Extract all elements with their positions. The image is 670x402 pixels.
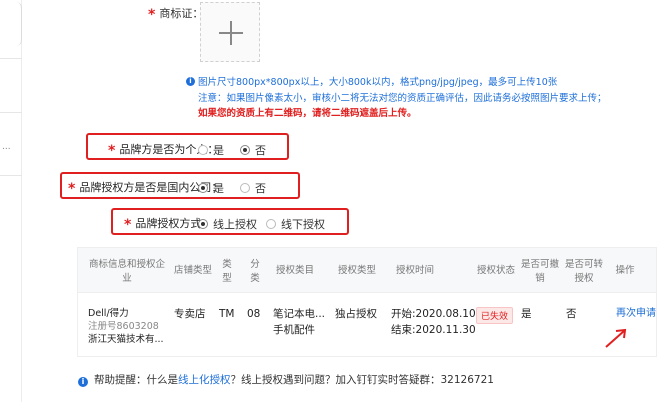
cell-revocable: 是 <box>521 308 532 320</box>
cell-shop-type: 专卖店 <box>174 308 206 320</box>
help-suffix: ？线上授权遇到问题？加入钉钉实时答疑群：32126721 <box>230 374 494 386</box>
radio-individual-yes[interactable]: 是 <box>198 142 224 158</box>
radio-label: 是 <box>213 144 224 157</box>
authorization-table: 商标信息和授权企业 店铺类型 类型 分类 授权类目 授权类型 授权时间 授权状态… <box>77 247 657 357</box>
tip-line-size: 图片尺寸800px*800px以上，大小800k以内，格式png/jpg/jpe… <box>198 77 558 88</box>
left-sidebar-fragment: ... <box>0 0 22 402</box>
radio-circle <box>240 183 250 193</box>
sidebar-snippet: ... <box>2 142 11 152</box>
sidebar-divider <box>0 175 22 176</box>
radio-domestic-yes[interactable]: 是 <box>198 180 224 196</box>
online-auth-link[interactable]: 线上化授权 <box>178 374 231 386</box>
sidebar-notch <box>14 2 22 46</box>
cell-auth-type: 独占授权 <box>335 308 377 320</box>
sidebar-divider <box>0 58 22 59</box>
help-reminder: i 帮助提醒：什么是线上化授权？线上授权遇到问题？加入钉钉实时答疑群：321267… <box>78 372 494 387</box>
th-type: 类型 <box>222 259 232 284</box>
radio-domestic-no[interactable]: 否 <box>240 180 266 196</box>
th-category: 分类 <box>250 259 260 284</box>
cell-auth-category-2: 手机配件 <box>273 324 315 336</box>
cell-category: 08 <box>247 308 261 320</box>
radio-label: 否 <box>255 144 266 157</box>
info-icon: i <box>78 377 88 387</box>
radio-label: 是 <box>213 182 224 195</box>
radio-circle <box>198 145 208 155</box>
th-auth-time: 授权时间 <box>395 265 434 276</box>
tip-line-qrcode: 如果您的资质上有二维码，请将二维码遮盖后上传。 <box>198 108 417 119</box>
th-transferable: 是否可转授权 <box>564 259 603 284</box>
trademark-label-text: 商标证： <box>159 7 204 20</box>
radio-circle-selected <box>198 219 208 229</box>
sidebar-divider <box>0 112 22 113</box>
th-revocable: 是否可撤销 <box>520 259 559 284</box>
radio-label: 线上授权 <box>213 218 257 231</box>
th-auth-type: 授权类型 <box>337 265 376 276</box>
cell-start-date: 开始:2020.08.10 <box>391 308 476 320</box>
th-auth-status: 授权状态 <box>476 265 515 276</box>
radio-circle <box>266 219 276 229</box>
cell-company: 浙江天猫技术有... <box>88 334 164 345</box>
radio-method-offline[interactable]: 线下授权 <box>266 216 325 232</box>
radio-label: 线下授权 <box>281 218 325 231</box>
radio-label: 否 <box>255 182 266 195</box>
tip-line-note: 注意：如果图片像素太小，审核小二将无法对您的资质正确评估，因此请务必按照图片要求… <box>198 93 607 104</box>
info-icon: i <box>186 77 195 86</box>
required-mark: * <box>124 217 132 233</box>
status-badge: 已失效 <box>476 307 514 324</box>
th-auth-category: 授权类目 <box>275 265 314 276</box>
th-shop-type: 店铺类型 <box>173 265 212 276</box>
radio-circle-selected <box>240 145 250 155</box>
cell-transferable: 否 <box>566 308 577 320</box>
trademark-upload-button[interactable] <box>200 2 260 62</box>
table-header: 商标信息和授权企业 店铺类型 类型 分类 授权类目 授权类型 授权时间 授权状态… <box>78 248 656 293</box>
cell-auth-category-1: 笔记本电... <box>273 308 326 320</box>
th-brand-company: 商标信息和授权企业 <box>88 259 165 284</box>
required-mark: * <box>108 143 116 159</box>
radio-individual-no[interactable]: 否 <box>240 142 266 158</box>
required-mark: * <box>68 181 76 197</box>
th-action: 操作 <box>615 265 635 276</box>
radio-method-online[interactable]: 线上授权 <box>198 216 257 232</box>
annotation-arrow-icon <box>605 328 627 348</box>
cell-type: TM <box>219 308 235 320</box>
trademark-label: * 商标证： <box>148 5 203 23</box>
help-prefix: 帮助提醒：什么是 <box>94 374 178 386</box>
required-mark: * <box>148 7 156 23</box>
reapply-link[interactable]: 再次申请 <box>616 306 656 322</box>
cell-end-date: 结束:2020.11.30 <box>391 324 476 336</box>
radio-circle-selected <box>198 183 208 193</box>
